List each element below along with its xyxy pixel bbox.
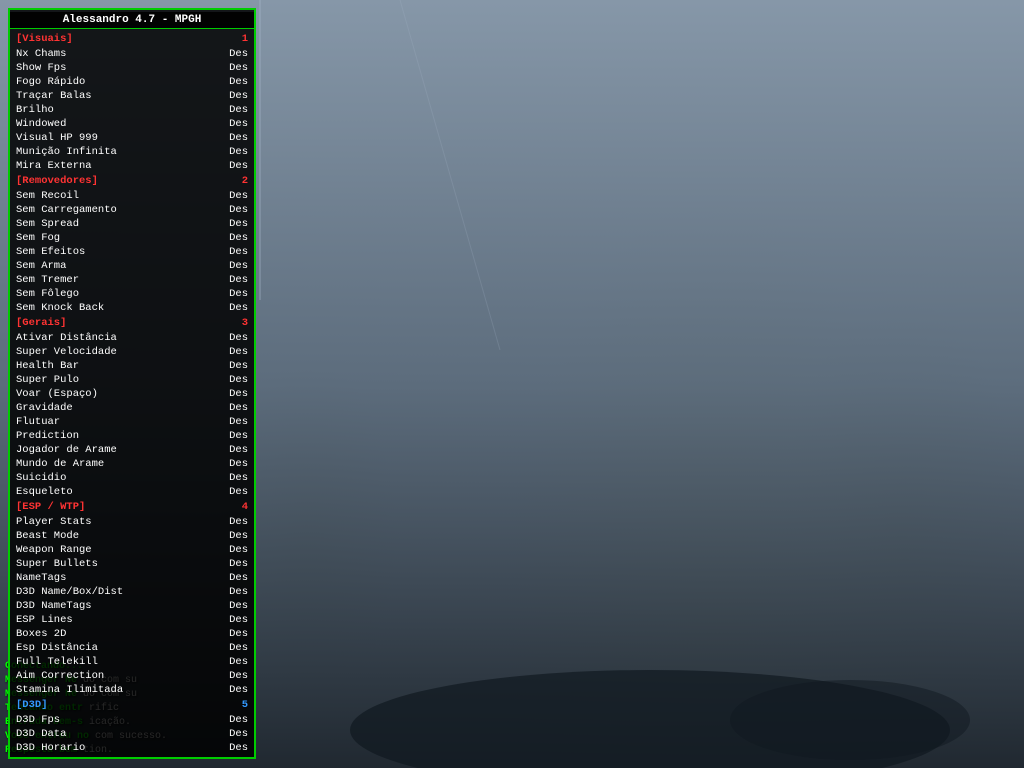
section-gerais: [Gerais] 3 <box>10 315 254 331</box>
item-aim-correction[interactable]: Aim CorrectionDes <box>10 669 254 683</box>
item-jogador-arame[interactable]: Jogador de ArameDes <box>10 443 254 457</box>
section-esp-wtp-num: 4 <box>242 500 248 514</box>
item-brilho[interactable]: BrilhoDes <box>10 103 254 117</box>
item-d3d-fps[interactable]: D3D FpsDes <box>10 713 254 727</box>
section-esp-wtp: [ESP / WTP] 4 <box>10 499 254 515</box>
item-flutuar[interactable]: FlutuarDes <box>10 415 254 429</box>
section-esp-wtp-label: [ESP / WTP] <box>16 500 85 514</box>
item-beast-mode[interactable]: Beast ModeDes <box>10 529 254 543</box>
item-sem-folego[interactable]: Sem FôlegoDes <box>10 287 254 301</box>
item-d3d-nametags[interactable]: D3D NameTagsDes <box>10 599 254 613</box>
item-player-stats[interactable]: Player StatsDes <box>10 515 254 529</box>
section-removedores-num: 2 <box>242 174 248 188</box>
item-visual-hp[interactable]: Visual HP 999Des <box>10 131 254 145</box>
item-ativar-distancia[interactable]: Ativar DistânciaDes <box>10 331 254 345</box>
item-super-velocidade[interactable]: Super VelocidadeDes <box>10 345 254 359</box>
section-gerais-label: [Gerais] <box>16 316 66 330</box>
item-tracar-balas[interactable]: Traçar BalasDes <box>10 89 254 103</box>
section-removedores: [Removedores] 2 <box>10 173 254 189</box>
item-stamina-ilimitada[interactable]: Stamina IlimitadaDes <box>10 683 254 697</box>
section-d3d-label: [D3D] <box>16 698 48 712</box>
section-gerais-num: 3 <box>242 316 248 330</box>
item-mundo-arame[interactable]: Mundo de ArameDes <box>10 457 254 471</box>
item-full-telekill[interactable]: Full TelekillDes <box>10 655 254 669</box>
item-sem-arma[interactable]: Sem ArmaDes <box>10 259 254 273</box>
section-visuais-label: [Visuais] <box>16 32 73 46</box>
item-super-pulo[interactable]: Super PuloDes <box>10 373 254 387</box>
item-esp-lines[interactable]: ESP LinesDes <box>10 613 254 627</box>
item-weapon-range[interactable]: Weapon RangeDes <box>10 543 254 557</box>
item-sem-tremer[interactable]: Sem TremerDes <box>10 273 254 287</box>
item-gravidade[interactable]: GravidadeDes <box>10 401 254 415</box>
section-d3d: [D3D] 5 <box>10 697 254 713</box>
item-sem-spread[interactable]: Sem SpreadDes <box>10 217 254 231</box>
item-voar[interactable]: Voar (Espaço)Des <box>10 387 254 401</box>
item-d3d-horario[interactable]: D3D HorarioDes <box>10 741 254 755</box>
item-sem-efeitos[interactable]: Sem EfeitosDes <box>10 245 254 259</box>
item-esqueleto[interactable]: EsqueletoDes <box>10 485 254 499</box>
item-sem-carregamento[interactable]: Sem CarregamentoDes <box>10 203 254 217</box>
section-visuais: [Visuais] 1 <box>10 31 254 47</box>
item-municao[interactable]: Munição InfinitaDes <box>10 145 254 159</box>
item-sem-recoil[interactable]: Sem RecoilDes <box>10 189 254 203</box>
item-boxes-2d[interactable]: Boxes 2DDes <box>10 627 254 641</box>
item-suicidio[interactable]: SuicidioDes <box>10 471 254 485</box>
item-d3d-name-box[interactable]: D3D Name/Box/DistDes <box>10 585 254 599</box>
item-mira-externa[interactable]: Mira ExternaDes <box>10 159 254 173</box>
item-windowed[interactable]: WindowedDes <box>10 117 254 131</box>
item-super-bullets[interactable]: Super BulletsDes <box>10 557 254 571</box>
item-nx-chams[interactable]: Nx ChamsDes <box>10 47 254 61</box>
item-nametags[interactable]: NameTagsDes <box>10 571 254 585</box>
item-sem-knock-back[interactable]: Sem Knock BackDes <box>10 301 254 315</box>
section-removedores-label: [Removedores] <box>16 174 98 188</box>
section-visuais-num: 1 <box>242 32 248 46</box>
item-fogo-rapido[interactable]: Fogo RápidoDes <box>10 75 254 89</box>
item-health-bar[interactable]: Health BarDes <box>10 359 254 373</box>
section-d3d-num: 5 <box>242 698 248 712</box>
item-esp-distancia[interactable]: Esp DistânciaDes <box>10 641 254 655</box>
menu-title: Alessandro 4.7 - MPGH <box>10 12 254 29</box>
menu-panel: Alessandro 4.7 - MPGH [Visuais] 1 Nx Cha… <box>8 8 256 759</box>
item-d3d-data[interactable]: D3D DataDes <box>10 727 254 741</box>
item-prediction[interactable]: PredictionDes <box>10 429 254 443</box>
item-sem-fog[interactable]: Sem FogDes <box>10 231 254 245</box>
item-show-fps[interactable]: Show FpsDes <box>10 61 254 75</box>
